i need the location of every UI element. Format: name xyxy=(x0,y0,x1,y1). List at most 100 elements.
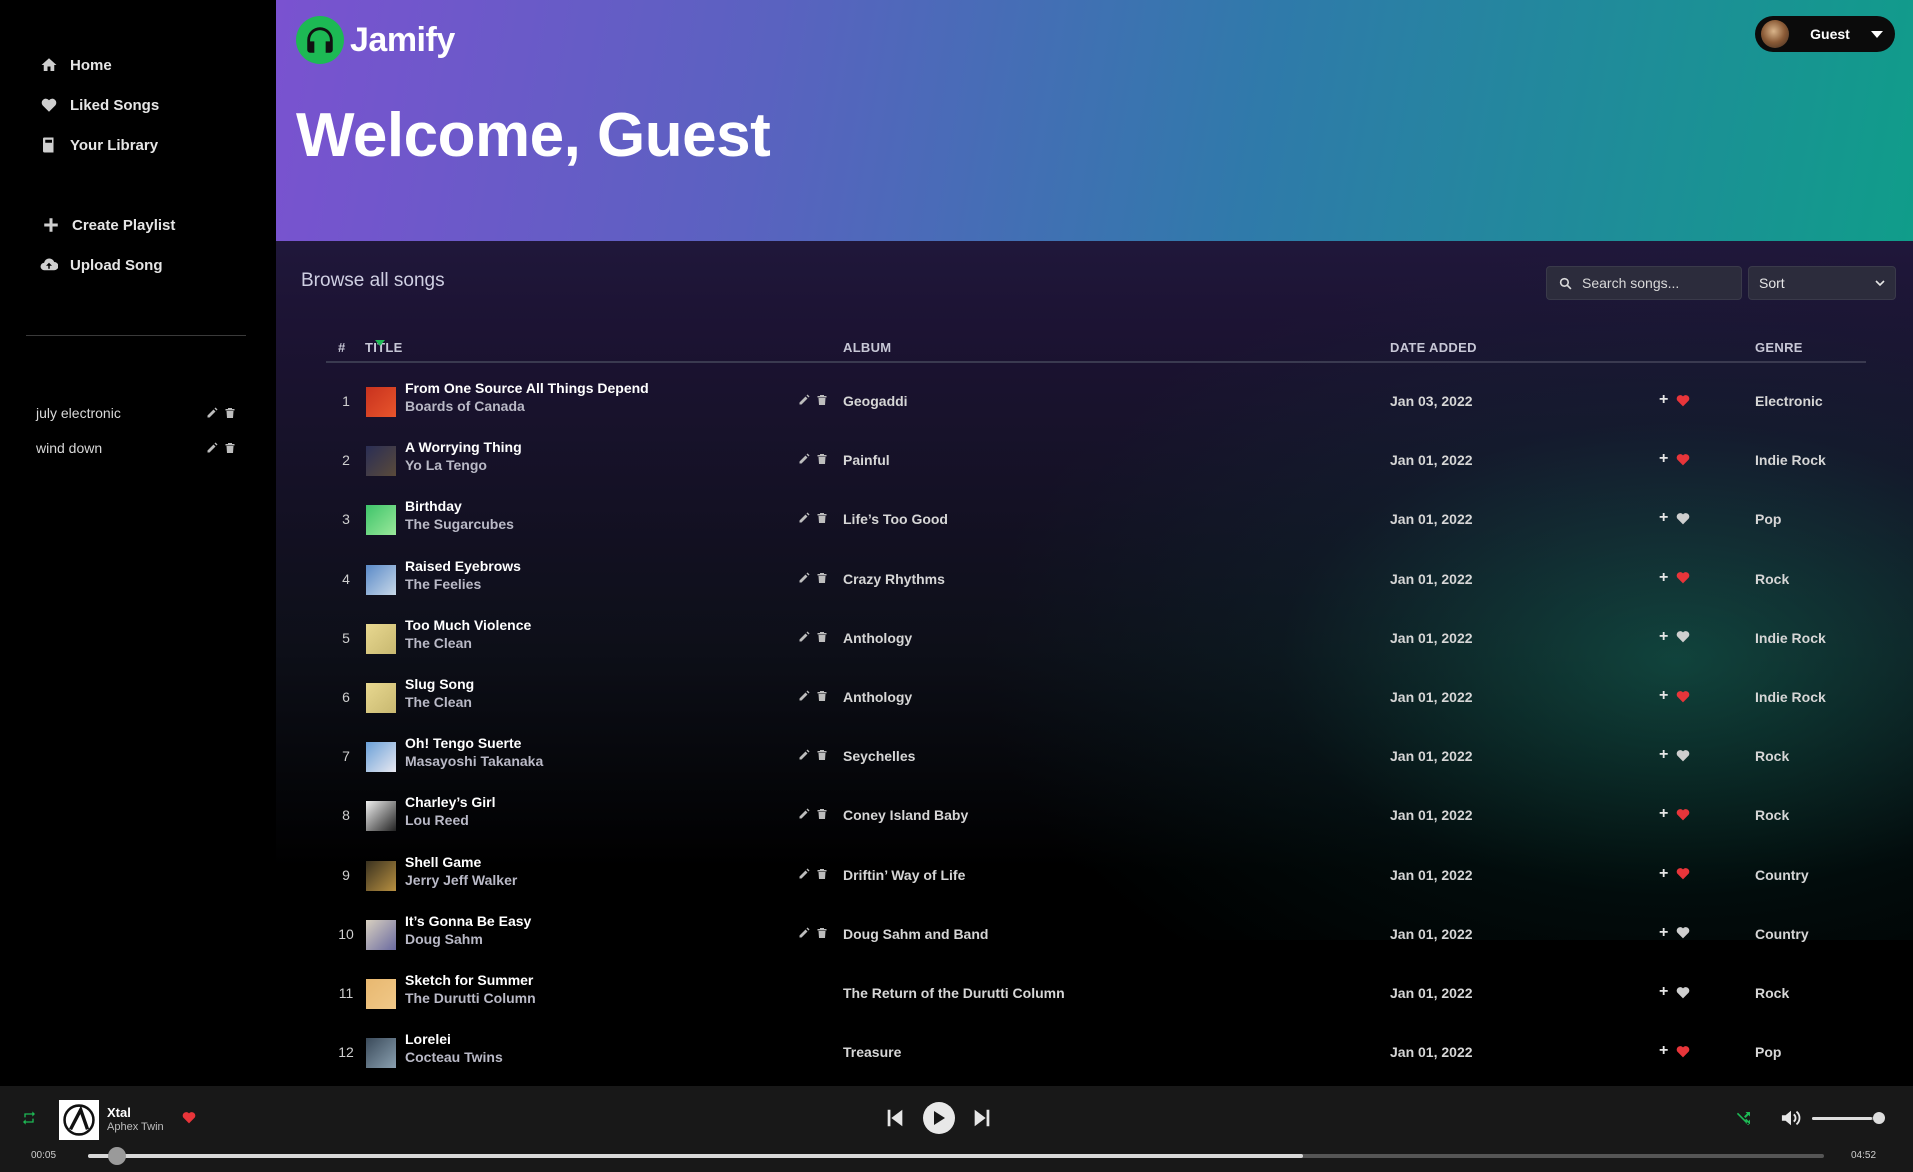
trash-icon[interactable] xyxy=(816,749,828,761)
table-row[interactable]: 4 Raised Eyebrows The Feelies Crazy Rhyt… xyxy=(326,550,1866,609)
table-row[interactable]: 3 Birthday The Sugarcubes Life’s Too Goo… xyxy=(326,490,1866,549)
heart-icon[interactable] xyxy=(1676,926,1690,939)
song-album[interactable]: Doug Sahm and Band xyxy=(843,926,988,942)
table-row[interactable]: 12 Lorelei Cocteau Twins Treasure Jan 01… xyxy=(326,1023,1866,1082)
song-title[interactable]: Lorelei xyxy=(405,1031,451,1047)
create-playlist-button[interactable]: Create Playlist xyxy=(42,216,175,234)
sidebar-item-liked-songs[interactable]: Liked Songs xyxy=(40,96,159,114)
song-album[interactable]: The Return of the Durutti Column xyxy=(843,985,1065,1001)
trash-icon[interactable] xyxy=(816,927,828,939)
trash-icon[interactable] xyxy=(224,407,236,419)
song-artist[interactable]: Masayoshi Takanaka xyxy=(405,753,543,769)
table-row[interactable]: 8 Charley’s Girl Lou Reed Coney Island B… xyxy=(326,786,1866,845)
song-artist[interactable]: Jerry Jeff Walker xyxy=(405,872,517,888)
song-artist[interactable]: Cocteau Twins xyxy=(405,1049,503,1065)
edit-icon[interactable] xyxy=(798,868,810,880)
table-row[interactable]: 1 From One Source All Things Depend Boar… xyxy=(326,372,1866,431)
table-row[interactable]: 9 Shell Game Jerry Jeff Walker Driftin’ … xyxy=(326,846,1866,905)
volume-icon[interactable] xyxy=(1780,1108,1802,1128)
song-title[interactable]: From One Source All Things Depend xyxy=(405,380,649,396)
next-track-icon[interactable] xyxy=(971,1107,993,1129)
trash-icon[interactable] xyxy=(816,868,828,880)
volume-slider[interactable] xyxy=(1812,1117,1879,1120)
edit-icon[interactable] xyxy=(798,394,810,406)
add-to-playlist-icon[interactable]: + xyxy=(1659,747,1668,763)
sidebar-item-home[interactable]: Home xyxy=(40,56,112,74)
heart-icon[interactable] xyxy=(182,1111,196,1124)
edit-icon[interactable] xyxy=(798,808,810,820)
edit-icon[interactable] xyxy=(206,407,218,419)
trash-icon[interactable] xyxy=(816,631,828,643)
upload-song-button[interactable]: Upload Song xyxy=(40,256,163,274)
trash-icon[interactable] xyxy=(816,512,828,524)
song-album[interactable]: Crazy Rhythms xyxy=(843,571,945,587)
heart-icon[interactable] xyxy=(1676,867,1690,880)
heart-icon[interactable] xyxy=(1676,986,1690,999)
song-artist[interactable]: Doug Sahm xyxy=(405,931,483,947)
heart-icon[interactable] xyxy=(1676,1045,1690,1058)
song-artist[interactable]: The Durutti Column xyxy=(405,990,536,1006)
add-to-playlist-icon[interactable]: + xyxy=(1659,688,1668,704)
playlist-name[interactable]: wind down xyxy=(36,440,102,456)
edit-icon[interactable] xyxy=(798,512,810,524)
trash-icon[interactable] xyxy=(816,808,828,820)
song-title[interactable]: It’s Gonna Be Easy xyxy=(405,913,531,929)
song-artist[interactable]: The Sugarcubes xyxy=(405,516,514,532)
trash-icon[interactable] xyxy=(816,394,828,406)
trash-icon[interactable] xyxy=(816,453,828,465)
add-to-playlist-icon[interactable]: + xyxy=(1659,1043,1668,1059)
table-row[interactable]: 11 Sketch for Summer The Durutti Column … xyxy=(326,964,1866,1023)
song-title[interactable]: A Worrying Thing xyxy=(405,439,522,455)
song-album[interactable]: Driftin’ Way of Life xyxy=(843,867,965,883)
song-title[interactable]: Too Much Violence xyxy=(405,617,531,633)
song-artist[interactable]: The Clean xyxy=(405,694,472,710)
song-album[interactable]: Geogaddi xyxy=(843,393,908,409)
sidebar-item-your-library[interactable]: Your Library xyxy=(40,136,158,154)
repeat-icon[interactable] xyxy=(21,1110,37,1126)
song-artist[interactable]: Yo La Tengo xyxy=(405,457,487,473)
heart-icon[interactable] xyxy=(1676,690,1690,703)
heart-icon[interactable] xyxy=(1676,453,1690,466)
table-row[interactable]: 5 Too Much Violence The Clean Anthology … xyxy=(326,609,1866,668)
playlist-item[interactable]: wind down xyxy=(36,440,236,456)
table-row[interactable]: 10 It’s Gonna Be Easy Doug Sahm Doug Sah… xyxy=(326,905,1866,964)
add-to-playlist-icon[interactable]: + xyxy=(1659,510,1668,526)
edit-icon[interactable] xyxy=(798,631,810,643)
song-album[interactable]: Painful xyxy=(843,452,890,468)
song-title[interactable]: Charley’s Girl xyxy=(405,794,496,810)
add-to-playlist-icon[interactable]: + xyxy=(1659,806,1668,822)
song-artist[interactable]: Lou Reed xyxy=(405,812,469,828)
user-menu-button[interactable]: Guest xyxy=(1755,16,1895,52)
song-title[interactable]: Slug Song xyxy=(405,676,474,692)
song-title[interactable]: Shell Game xyxy=(405,854,481,870)
edit-icon[interactable] xyxy=(798,749,810,761)
add-to-playlist-icon[interactable]: + xyxy=(1659,628,1668,644)
table-row[interactable]: 6 Slug Song The Clean Anthology Jan 01, … xyxy=(326,668,1866,727)
heart-icon[interactable] xyxy=(1676,571,1690,584)
song-artist[interactable]: Boards of Canada xyxy=(405,398,525,414)
song-artist[interactable]: The Clean xyxy=(405,635,472,651)
shuffle-icon[interactable] xyxy=(1735,1109,1753,1127)
heart-icon[interactable] xyxy=(1676,749,1690,762)
song-album[interactable]: Life’s Too Good xyxy=(843,511,948,527)
heart-icon[interactable] xyxy=(1676,630,1690,643)
add-to-playlist-icon[interactable]: + xyxy=(1659,569,1668,585)
table-row[interactable]: 7 Oh! Tengo Suerte Masayoshi Takanaka Se… xyxy=(326,727,1866,786)
table-row[interactable]: 2 A Worrying Thing Yo La Tengo Painful J… xyxy=(326,431,1866,490)
search-box[interactable] xyxy=(1546,266,1742,300)
song-album[interactable]: Seychelles xyxy=(843,748,915,764)
edit-icon[interactable] xyxy=(798,927,810,939)
song-album[interactable]: Coney Island Baby xyxy=(843,807,968,823)
sort-select[interactable]: Sort xyxy=(1748,266,1896,300)
song-artist[interactable]: The Feelies xyxy=(405,576,481,592)
edit-icon[interactable] xyxy=(798,690,810,702)
song-title[interactable]: Oh! Tengo Suerte xyxy=(405,735,521,751)
heart-icon[interactable] xyxy=(1676,512,1690,525)
edit-icon[interactable] xyxy=(798,572,810,584)
trash-icon[interactable] xyxy=(816,690,828,702)
play-button[interactable] xyxy=(923,1102,955,1134)
song-title[interactable]: Sketch for Summer xyxy=(405,972,533,988)
logo[interactable]: Jamify xyxy=(296,16,455,64)
volume-handle[interactable] xyxy=(1873,1112,1885,1124)
song-title[interactable]: Raised Eyebrows xyxy=(405,558,521,574)
